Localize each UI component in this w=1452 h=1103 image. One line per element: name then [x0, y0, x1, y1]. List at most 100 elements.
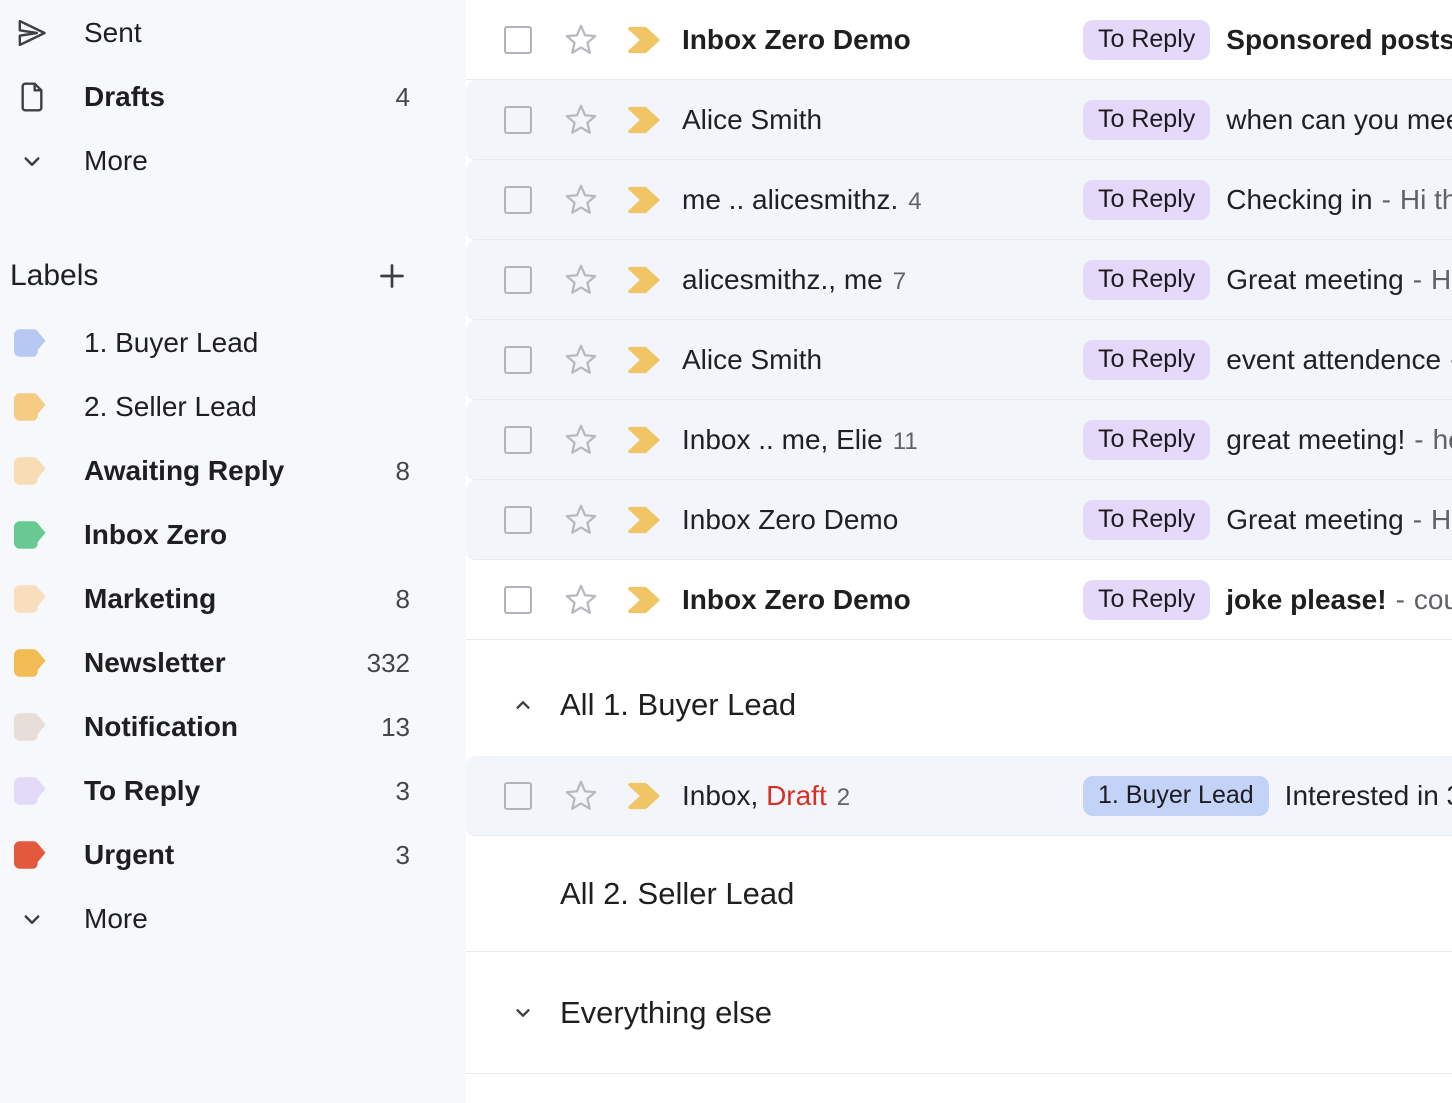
sidebar-item-label: Drafts [84, 81, 396, 113]
email-row[interactable]: Inbox .. me, Elie11 To Reply great meeti… [466, 400, 1452, 480]
select-checkbox[interactable] [504, 26, 532, 54]
sender: Inbox, Draft2 [682, 780, 1083, 812]
select-checkbox[interactable] [504, 266, 532, 294]
label-badge[interactable]: To Reply [1083, 260, 1210, 300]
sidebar-label-seller-lead[interactable]: 2. Seller Lead [0, 375, 466, 439]
email-row[interactable]: Inbox Zero Demo To Reply joke please! - … [466, 560, 1452, 640]
section-header-seller-lead[interactable]: All 2. Seller Lead [466, 836, 1452, 952]
sidebar-label-to-reply[interactable]: To Reply 3 [0, 759, 466, 823]
importance-marker-icon[interactable] [626, 186, 662, 214]
email-row[interactable]: Alice Smith To Reply when can you meet [466, 80, 1452, 160]
unread-count: 13 [381, 712, 410, 743]
sidebar-item-label: More [84, 903, 410, 935]
importance-marker-icon[interactable] [626, 506, 662, 534]
sidebar-label-inbox-zero[interactable]: Inbox Zero [0, 503, 466, 567]
create-label-button[interactable] [372, 256, 412, 296]
sender: Inbox .. me, Elie11 [682, 424, 1083, 456]
sidebar-item-more[interactable]: More [0, 129, 466, 193]
chevron-down-icon [14, 901, 50, 937]
snippet: Hey [1431, 504, 1452, 536]
select-checkbox[interactable] [504, 586, 532, 614]
label-badge[interactable]: To Reply [1083, 340, 1210, 380]
star-icon[interactable] [564, 423, 598, 457]
email-row[interactable]: alicesmithz., me7 To Reply Great meeting… [466, 240, 1452, 320]
star-icon[interactable] [564, 503, 598, 537]
subject: Great meeting [1226, 264, 1403, 296]
label-tag-icon [10, 519, 50, 551]
select-checkbox[interactable] [504, 782, 532, 810]
star-icon[interactable] [564, 23, 598, 57]
importance-marker-icon[interactable] [626, 26, 662, 54]
subject: joke please! [1226, 584, 1386, 616]
select-checkbox[interactable] [504, 426, 532, 454]
label-name: To Reply [84, 775, 396, 807]
label-badge[interactable]: To Reply [1083, 580, 1210, 620]
sidebar-labels-more[interactable]: More [0, 887, 466, 951]
label-badge[interactable]: 1. Buyer Lead [1083, 776, 1269, 816]
section-header-everything-else[interactable]: Everything else [466, 952, 1452, 1074]
star-icon[interactable] [564, 343, 598, 377]
select-checkbox[interactable] [504, 106, 532, 134]
star-icon[interactable] [564, 103, 598, 137]
chevron-down-icon[interactable] [510, 1000, 536, 1026]
sender: Alice Smith [682, 104, 1083, 136]
sidebar-label-buyer-lead[interactable]: 1. Buyer Lead [0, 311, 466, 375]
chevron-up-icon[interactable] [510, 692, 536, 718]
label-badge[interactable]: To Reply [1083, 180, 1210, 220]
unread-count: 3 [396, 776, 410, 807]
section-title: All 1. Buyer Lead [560, 687, 796, 723]
section-title: Everything else [560, 995, 772, 1031]
section-title: All 2. Seller Lead [560, 876, 794, 912]
importance-marker-icon[interactable] [626, 782, 662, 810]
label-name: 1. Buyer Lead [84, 327, 410, 359]
sidebar: Sent Drafts 4 More Labels 1. Buyer Lead … [0, 0, 466, 1103]
email-row[interactable]: Alice Smith To Reply event attendence - … [466, 320, 1452, 400]
sidebar-label-marketing[interactable]: Marketing 8 [0, 567, 466, 631]
email-row[interactable]: Inbox Zero Demo To Reply Great meeting -… [466, 480, 1452, 560]
section-header-buyer-lead[interactable]: All 1. Buyer Lead [466, 640, 1452, 756]
importance-marker-icon[interactable] [626, 346, 662, 374]
star-icon[interactable] [564, 263, 598, 297]
importance-marker-icon[interactable] [626, 586, 662, 614]
snippet-separator: - [1413, 264, 1422, 296]
label-tag-icon [10, 711, 50, 743]
send-icon [14, 15, 50, 51]
label-tag-icon [10, 583, 50, 615]
label-name: Newsletter [84, 647, 367, 679]
sidebar-label-awaiting-reply[interactable]: Awaiting Reply 8 [0, 439, 466, 503]
draft-icon [14, 79, 50, 115]
label-name: Inbox Zero [84, 519, 410, 551]
email-row[interactable]: Inbox Zero Demo To Reply Sponsored posts… [466, 0, 1452, 80]
importance-marker-icon[interactable] [626, 106, 662, 134]
label-badge[interactable]: To Reply [1083, 20, 1210, 60]
sidebar-label-notification[interactable]: Notification 13 [0, 695, 466, 759]
snippet: Hi J [1431, 264, 1452, 296]
sidebar-item-drafts[interactable]: Drafts 4 [0, 65, 466, 129]
label-badge[interactable]: To Reply [1083, 500, 1210, 540]
labels-title: Labels [10, 259, 372, 293]
sidebar-item-sent[interactable]: Sent [0, 1, 466, 65]
subject: event attendence [1226, 344, 1441, 376]
label-tag-icon [10, 327, 50, 359]
select-checkbox[interactable] [504, 346, 532, 374]
email-row[interactable]: Inbox, Draft2 1. Buyer Lead Interested i… [466, 756, 1452, 836]
importance-marker-icon[interactable] [626, 266, 662, 294]
snippet-separator: - [1382, 184, 1391, 216]
star-icon[interactable] [564, 183, 598, 217]
star-icon[interactable] [564, 779, 598, 813]
chevron-down-icon [14, 143, 50, 179]
importance-marker-icon[interactable] [626, 426, 662, 454]
snippet-separator: - [1414, 424, 1423, 456]
email-row[interactable]: me .. alicesmithz.4 To Reply Checking in… [466, 160, 1452, 240]
star-icon[interactable] [564, 583, 598, 617]
label-badge[interactable]: To Reply [1083, 420, 1210, 460]
label-badge[interactable]: To Reply [1083, 100, 1210, 140]
select-checkbox[interactable] [504, 506, 532, 534]
sidebar-label-urgent[interactable]: Urgent 3 [0, 823, 466, 887]
label-tag-icon [10, 775, 50, 807]
select-checkbox[interactable] [504, 186, 532, 214]
sidebar-label-newsletter[interactable]: Newsletter 332 [0, 631, 466, 695]
draft-indicator: Draft [766, 780, 827, 811]
label-tag-icon [10, 455, 50, 487]
label-tag-icon [10, 391, 50, 423]
